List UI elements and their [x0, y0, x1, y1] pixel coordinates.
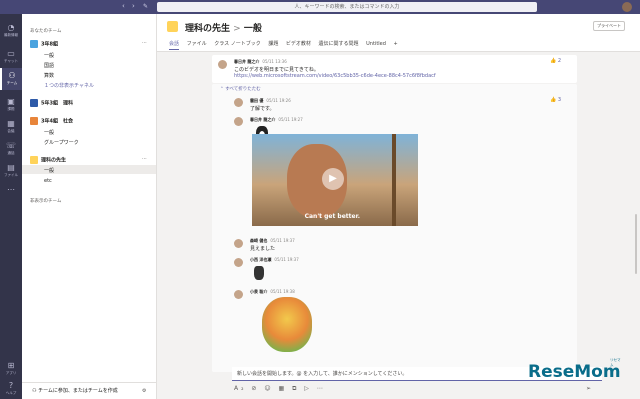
- tab-files[interactable]: ファイル: [187, 40, 207, 49]
- channel-item[interactable]: 国語: [44, 62, 54, 69]
- video-player[interactable]: ▶ Can't get better.: [252, 134, 418, 226]
- calendar-icon: ▦: [7, 119, 15, 128]
- team-item[interactable]: 3年4組 社会: [30, 117, 73, 125]
- avatar: [218, 60, 227, 69]
- team-item[interactable]: 5年3組 理科: [30, 99, 73, 107]
- rail-item-files[interactable]: ▤ ファイル: [0, 160, 22, 182]
- avatar: [234, 117, 243, 126]
- video-caption: Can't get better.: [304, 213, 360, 220]
- hidden-teams-heading: 非表示のチーム: [30, 199, 62, 204]
- reply-author: 森崎 健也 05/11 19:37: [250, 238, 295, 243]
- rail-item-chat[interactable]: ▭ チャット: [0, 46, 22, 68]
- teams-heading: あなたのチーム: [30, 29, 62, 34]
- cat-sticker: [254, 266, 264, 280]
- tab-assignments[interactable]: 課題: [268, 40, 278, 49]
- tab-class-notebook[interactable]: クラス ノートブック: [214, 40, 261, 49]
- avatar: [234, 98, 243, 107]
- title-bar: ‹ › ✎ 人、キーワードの検索、またはコマンドの入力: [0, 0, 640, 14]
- reply-text: 見えました: [250, 246, 276, 252]
- channel-tabs: 会話 ファイル クラス ノートブック 課題 ビデオ教材 遺伝に関する問題 Unt…: [169, 40, 404, 50]
- app-rail: ◔ 最新情報 ▭ チャット ⚇ チーム ▣ 課題 ▦ 会議 ☏ 通話 ▤ ファイル ⋯ ⊞ アプ…: [0, 14, 22, 399]
- help-icon: ?: [8, 381, 14, 390]
- avatar: [234, 290, 243, 299]
- search-input[interactable]: 人、キーワードの検索、またはコマンドの入力: [157, 2, 537, 12]
- more-icon: ⋯: [7, 185, 15, 194]
- rail-item-activity[interactable]: ◔ 最新情報: [0, 20, 22, 42]
- tab-video[interactable]: ビデオ教材: [286, 40, 311, 49]
- format-toolbar[interactable]: A₂ ⊘ ☺ ▦ ⧉ ▷ ⋯: [234, 385, 326, 393]
- rail-item-calendar[interactable]: ▦ 会議: [0, 116, 22, 138]
- teams-panel: あなたのチーム 3年8組 ··· 一般 国語 算数 １つの非表示チャネル 5年3…: [22, 14, 157, 399]
- assignments-icon: ▣: [7, 97, 15, 106]
- back-arrow-icon[interactable]: ‹: [122, 2, 125, 11]
- reply-text: 了解です。: [250, 106, 275, 112]
- post-card: 春日井 龍之介 05/11 13:36 このビデオを明日までに見てきてね。 htt…: [212, 55, 577, 83]
- avatar[interactable]: [622, 2, 632, 12]
- post-text: このビデオを明日までに見てきてね。: [234, 67, 319, 73]
- fruit-sticker: [262, 297, 312, 352]
- reply-author: 小西 洋也瀬 05/11 19:37: [250, 257, 299, 262]
- team-logo: [167, 21, 178, 32]
- channel-item[interactable]: 算数: [44, 72, 54, 79]
- rail-more[interactable]: ⋯: [0, 182, 22, 204]
- team-item[interactable]: 3年8組 ···: [30, 40, 147, 48]
- apps-icon: ⊞: [7, 361, 15, 370]
- team-logo: [30, 40, 38, 48]
- channel-item[interactable]: グループワーク: [44, 139, 79, 146]
- send-icon[interactable]: ➢: [586, 385, 591, 392]
- page-title: 理科の先生 > 一般: [185, 24, 262, 34]
- thumbs-up-icon: 👍: [550, 97, 557, 103]
- hidden-channels-link[interactable]: １つの非表示チャネル: [44, 82, 94, 89]
- like-count[interactable]: 👍 2: [550, 58, 561, 64]
- rail-item-help[interactable]: ? ヘルプ: [0, 378, 22, 399]
- teams-icon: ⚇: [8, 71, 16, 80]
- join-create-team-button[interactable]: ⚇ チームに参加、またはチームを作成 ⚙: [22, 382, 156, 399]
- team-logo: [30, 99, 38, 107]
- more-options-icon[interactable]: ···: [142, 156, 147, 162]
- conversation-feed: 春日井 龍之介 05/11 13:36 このビデオを明日までに見てきてね。 htt…: [212, 55, 632, 372]
- private-badge: プライベート: [593, 21, 625, 31]
- channel-item[interactable]: 一般: [44, 129, 54, 136]
- scrollbar[interactable]: [635, 214, 637, 274]
- rail-item-teams[interactable]: ⚇ チーム: [0, 68, 22, 90]
- more-options-icon[interactable]: ···: [142, 40, 147, 46]
- main-area: 理科の先生 > 一般 プライベート 会話 ファイル クラス ノートブック 課題 …: [157, 14, 640, 399]
- rail-item-assignments[interactable]: ▣ 課題: [0, 94, 22, 116]
- avatar: [234, 239, 243, 248]
- thumbs-up-icon: 👍: [550, 58, 557, 64]
- compose-icon[interactable]: ✎: [143, 2, 148, 11]
- channel-item-selected[interactable]: 一般: [44, 167, 54, 174]
- phone-icon: ☏: [5, 141, 16, 150]
- replies-card: ⌃ すべて折りたたむ 雲田 優 05/11 19:26 了解です。 👍 3 春日井…: [212, 84, 577, 372]
- bell-icon: ◔: [7, 23, 15, 32]
- add-tab-button[interactable]: +: [394, 41, 398, 49]
- avatar: [234, 258, 243, 267]
- channel-item[interactable]: etc: [44, 178, 52, 184]
- files-icon: ▤: [7, 163, 15, 172]
- like-count[interactable]: 👍 3: [550, 97, 561, 103]
- tab-genetics[interactable]: 遺伝に関する問題: [319, 40, 359, 49]
- tab-untitled[interactable]: Untitled: [366, 41, 386, 49]
- play-icon[interactable]: ▶: [322, 168, 344, 190]
- tab-posts[interactable]: 会話: [169, 40, 180, 50]
- team-logo: [30, 117, 38, 125]
- gear-icon[interactable]: ⚙: [142, 383, 146, 399]
- collapse-all-link[interactable]: ⌃ すべて折りたたむ: [220, 86, 261, 92]
- rail-item-calls[interactable]: ☏ 通話: [0, 138, 22, 160]
- channel-header: 理科の先生 > 一般 プライベート 会話 ファイル クラス ノートブック 課題 …: [157, 14, 640, 52]
- forward-arrow-icon[interactable]: ›: [132, 2, 135, 11]
- team-item[interactable]: 理科の先生 ···: [30, 156, 147, 164]
- selected-channel-highlight: [22, 165, 156, 174]
- video-link[interactable]: https://web.microsoftstream.com/video/63…: [234, 73, 436, 79]
- watermark-logo: ReseMom リセマム: [528, 358, 621, 382]
- team-logo: [30, 156, 38, 164]
- rail-item-apps[interactable]: ⊞ アプリ: [0, 358, 22, 380]
- reply-author: 小泉 聡介 05/11 19:38: [250, 289, 295, 294]
- post-author: 春日井 龍之介 05/11 13:36: [234, 59, 287, 64]
- channel-item[interactable]: 一般: [44, 52, 54, 59]
- chat-icon: ▭: [7, 49, 15, 58]
- reply-author: 雲田 優 05/11 19:26: [250, 98, 291, 103]
- reply-author: 春日井 龍之介 05/11 19:27: [250, 117, 303, 122]
